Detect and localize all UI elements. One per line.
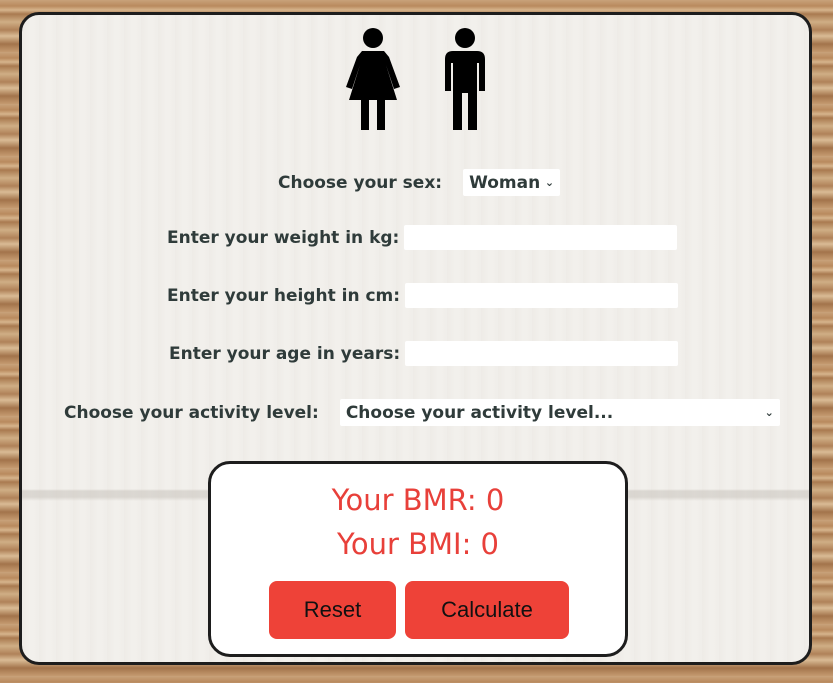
bmi-result: Your BMI: 0 bbox=[336, 527, 500, 561]
height-row: Enter your height in cm: bbox=[167, 283, 679, 308]
calculate-button[interactable]: Calculate bbox=[405, 581, 569, 639]
sex-figures bbox=[22, 27, 809, 131]
height-input[interactable] bbox=[405, 283, 679, 308]
age-label: Enter your age in years: bbox=[169, 343, 401, 364]
sex-row: Choose your sex: Woman ⌄ bbox=[278, 169, 561, 196]
activity-row: Choose your activity level: Choose your … bbox=[64, 399, 780, 426]
man-figure-icon[interactable] bbox=[443, 27, 487, 131]
chevron-down-icon: ⌄ bbox=[544, 176, 555, 189]
sex-select-value: Woman bbox=[469, 172, 541, 193]
height-label: Enter your height in cm: bbox=[167, 285, 401, 306]
activity-label: Choose your activity level: bbox=[64, 402, 319, 423]
bmr-result: Your BMR: 0 bbox=[331, 483, 505, 517]
age-input[interactable] bbox=[405, 341, 679, 366]
result-box: Your BMR: 0 Your BMI: 0 Reset Calculate bbox=[208, 461, 628, 657]
age-row: Enter your age in years: bbox=[169, 341, 679, 366]
activity-select-value: Choose your activity level... bbox=[345, 402, 614, 423]
woman-figure-icon[interactable] bbox=[345, 27, 401, 131]
weight-label: Enter your weight in kg: bbox=[167, 227, 400, 248]
weight-row: Enter your weight in kg: bbox=[167, 225, 678, 250]
calculator-panel: Choose your sex: Woman ⌄ Enter your weig… bbox=[19, 12, 812, 665]
activity-select[interactable]: Choose your activity level... ⌄ bbox=[339, 399, 780, 426]
reset-button[interactable]: Reset bbox=[269, 581, 396, 639]
weight-input[interactable] bbox=[404, 225, 678, 250]
chevron-down-icon: ⌄ bbox=[764, 406, 774, 419]
sex-select[interactable]: Woman ⌄ bbox=[463, 169, 561, 196]
sex-label: Choose your sex: bbox=[278, 172, 443, 193]
